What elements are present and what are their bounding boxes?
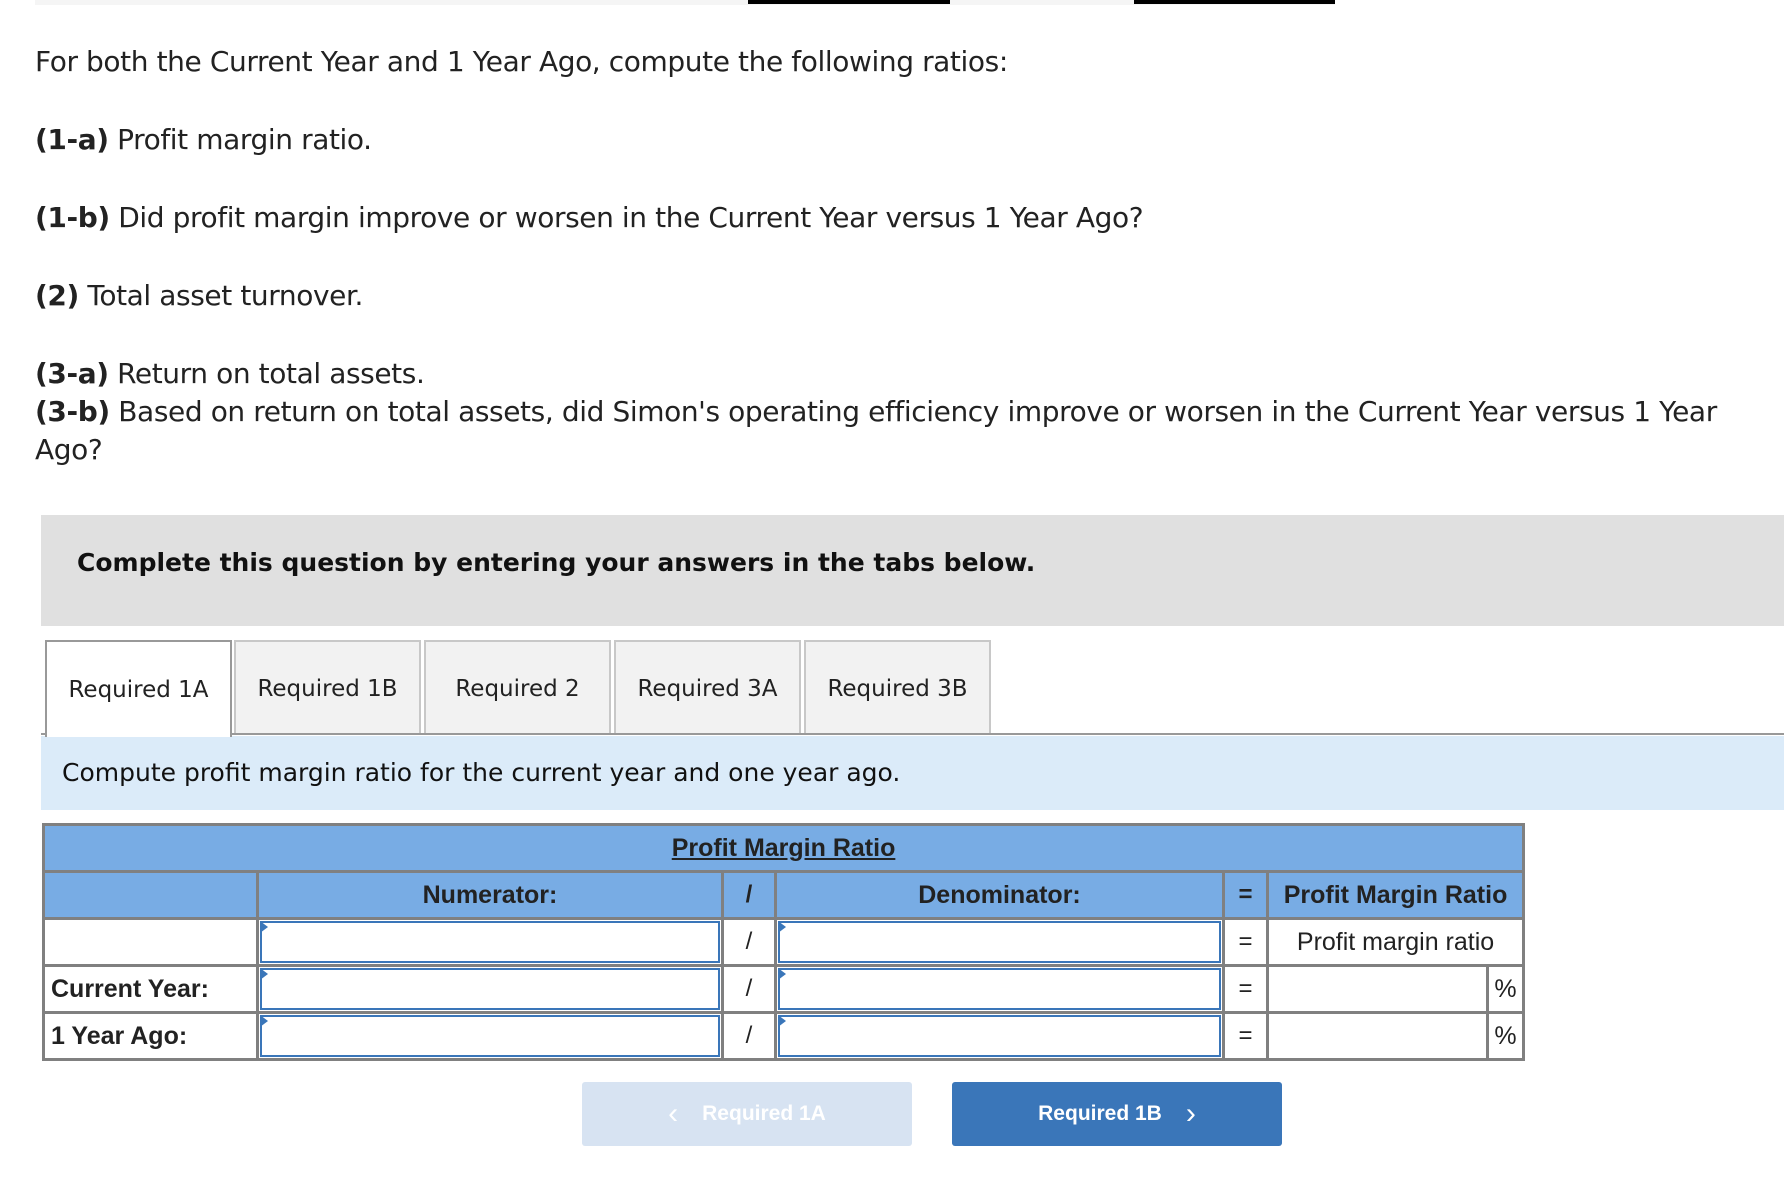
- top-underline: [748, 0, 950, 4]
- question-part-1b: (1-b) Did profit margin improve or worse…: [35, 199, 1144, 237]
- denominator-cell: [774, 917, 1225, 967]
- part-text: Return on total assets.: [108, 357, 425, 390]
- top-underline: [1134, 0, 1335, 4]
- part-label: (3-a): [35, 357, 109, 390]
- tab-required-2[interactable]: Required 2: [424, 640, 611, 735]
- table-row: Current Year: / = %: [42, 964, 1526, 1014]
- equals-symbol: =: [1222, 917, 1269, 967]
- tab-required-3b[interactable]: Required 3B: [804, 640, 991, 735]
- numerator-input[interactable]: [260, 968, 720, 1010]
- result-cell: [1266, 964, 1489, 1014]
- instruction-banner: Complete this question by entering your …: [41, 515, 1784, 626]
- numerator-input[interactable]: [260, 921, 720, 963]
- header-denominator: Denominator:: [774, 870, 1225, 920]
- denominator-cell: [774, 964, 1225, 1014]
- header-numerator: Numerator:: [256, 870, 724, 920]
- question-part-3a: (3-a) Return on total assets.: [35, 355, 425, 393]
- tab-required-1b[interactable]: Required 1B: [234, 640, 421, 735]
- percent-unit: %: [1485, 964, 1526, 1014]
- header-blank: [42, 870, 259, 920]
- chevron-right-icon: ›: [1185, 1097, 1196, 1130]
- equals-symbol: =: [1222, 1011, 1269, 1061]
- part-label: (1-a): [35, 123, 109, 156]
- profit-margin-table: Profit Margin Ratio Numerator: / Denomin…: [41, 823, 1526, 1061]
- result-input[interactable]: [1269, 1014, 1486, 1058]
- part-label: (2): [35, 279, 79, 312]
- result-cell: [1266, 1011, 1489, 1061]
- next-button-label: Required 1B: [1038, 1102, 1162, 1125]
- table-row: 1 Year Ago: / = %: [42, 1011, 1526, 1061]
- percent-unit: %: [1485, 1011, 1526, 1061]
- part-text: Did profit margin improve or worsen in t…: [109, 201, 1144, 234]
- tab-required-3a[interactable]: Required 3A: [614, 640, 801, 735]
- part-text: Profit margin ratio.: [108, 123, 372, 156]
- part-label: (3-b): [35, 395, 110, 428]
- denominator-input[interactable]: [778, 921, 1221, 963]
- denominator-cell: [774, 1011, 1225, 1061]
- numerator-input[interactable]: [260, 1015, 720, 1057]
- part-text: Total asset turnover.: [78, 279, 363, 312]
- question-part-1a: (1-a) Profit margin ratio.: [35, 121, 372, 159]
- question-part-2: (2) Total asset turnover.: [35, 277, 363, 315]
- next-required-1b-button[interactable]: Required 1B ›: [952, 1082, 1282, 1146]
- tab-divider: [41, 733, 1784, 735]
- numerator-cell: [256, 964, 724, 1014]
- denominator-input[interactable]: [778, 968, 1221, 1010]
- divide-symbol: /: [721, 964, 777, 1014]
- prev-required-1a-button[interactable]: ‹ Required 1A: [582, 1082, 912, 1146]
- result-input[interactable]: [1269, 967, 1486, 1011]
- row-label: Current Year:: [42, 964, 259, 1014]
- denominator-input[interactable]: [778, 1015, 1221, 1057]
- divide-symbol: /: [721, 1011, 777, 1061]
- header-divide: /: [721, 870, 777, 920]
- divide-symbol: /: [721, 917, 777, 967]
- question-part-3b: (3-b) Based on return on total assets, d…: [35, 393, 1755, 469]
- chevron-left-icon: ‹: [668, 1097, 679, 1130]
- part-text: Based on return on total assets, did Sim…: [35, 395, 1717, 466]
- prompt-text: Compute profit margin ratio for the curr…: [62, 758, 901, 787]
- numerator-cell: [256, 917, 724, 967]
- result-label: Profit margin ratio: [1265, 917, 1526, 967]
- equals-symbol: =: [1222, 964, 1269, 1014]
- row-label: [42, 917, 259, 967]
- prev-button-label: Required 1A: [702, 1102, 826, 1125]
- header-result: Profit Margin Ratio: [1265, 870, 1526, 920]
- header-equals: =: [1222, 870, 1269, 920]
- tab-bar: Required 1A Required 1B Required 2 Requi…: [45, 640, 1784, 737]
- prompt-banner: Compute profit margin ratio for the curr…: [41, 736, 1784, 810]
- table-row: / = Profit margin ratio: [42, 917, 1526, 967]
- question-intro: For both the Current Year and 1 Year Ago…: [35, 45, 1008, 78]
- instruction-text: Complete this question by entering your …: [77, 548, 1036, 577]
- row-label: 1 Year Ago:: [42, 1011, 259, 1061]
- numerator-cell: [256, 1011, 724, 1061]
- tab-required-1a[interactable]: Required 1A: [45, 640, 232, 737]
- table-title: Profit Margin Ratio: [41, 823, 1526, 873]
- part-label: (1-b): [35, 201, 110, 234]
